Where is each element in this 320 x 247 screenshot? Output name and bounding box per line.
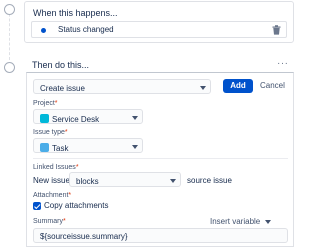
project-select[interactable]: Service Desk <box>33 109 143 124</box>
add-button[interactable]: Add <box>223 79 253 93</box>
project-label: Project* <box>33 100 58 107</box>
issue-type-select[interactable]: Task <box>33 138 143 153</box>
chevron-down-icon <box>265 220 270 225</box>
action-type-select[interactable]: Create issue <box>33 79 211 94</box>
copy-attachments-label: Copy attachments <box>44 201 109 210</box>
trigger-card: When this happens... Status changed <box>24 1 294 43</box>
summary-field[interactable]: ${sourceissue.summary} <box>33 228 288 243</box>
action-heading: Then do this... <box>32 60 90 70</box>
copy-attachments-checkbox[interactable] <box>33 202 41 210</box>
linked-issues-prefix: New issue <box>33 176 70 185</box>
summary-label: Summary* <box>33 218 66 225</box>
trigger-node-icon <box>4 4 15 15</box>
trigger-label: Status changed <box>58 25 114 34</box>
task-checkbox-icon <box>40 143 49 152</box>
insert-variable-button[interactable]: Insert variable <box>210 217 270 226</box>
chevron-down-icon <box>170 179 175 184</box>
section-divider <box>33 158 288 159</box>
trigger-heading: When this happens... <box>33 8 118 18</box>
link-type-select[interactable]: blocks <box>69 172 181 187</box>
chevron-down-icon <box>132 116 137 121</box>
cancel-button[interactable]: Cancel <box>260 79 285 93</box>
issue-type-label: Issue type* <box>33 129 68 136</box>
chevron-down-icon <box>132 145 137 150</box>
summary-value: ${sourceissue.summary} <box>40 232 128 241</box>
chevron-down-icon <box>200 86 205 91</box>
trash-icon[interactable] <box>272 25 281 35</box>
linked-issues-label: Linked Issues* <box>33 164 79 171</box>
attachment-label: Attachment* <box>33 192 72 199</box>
service-desk-icon <box>40 114 49 123</box>
more-dots-icon[interactable]: ··· <box>277 58 289 69</box>
issue-type-value: Task <box>52 144 69 153</box>
action-node-icon <box>4 62 15 73</box>
status-dot-icon <box>41 27 46 33</box>
linked-issues-suffix: source issue <box>187 176 232 185</box>
project-value: Service Desk <box>52 115 100 124</box>
status-changed-trigger[interactable]: Status changed <box>31 21 287 38</box>
link-type-value: blocks <box>76 177 99 186</box>
action-panel: Create issue Add Cancel Project* Service… <box>26 72 294 247</box>
action-type-value: Create issue <box>40 84 85 93</box>
